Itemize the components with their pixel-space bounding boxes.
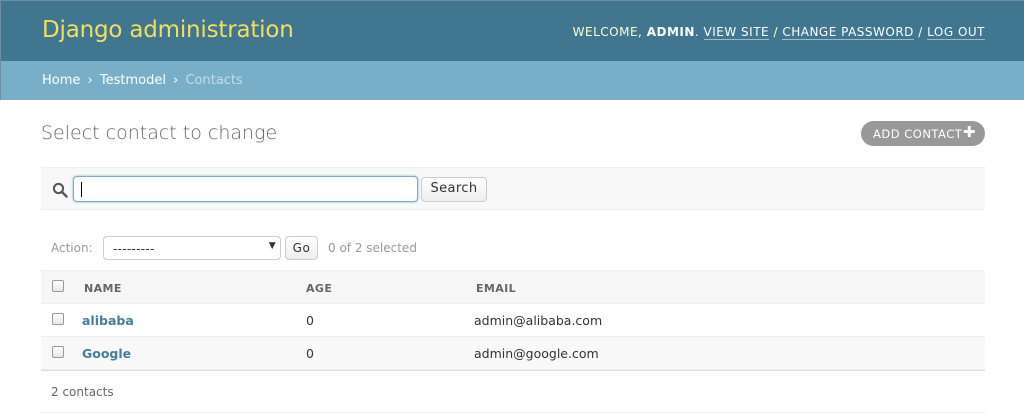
separator: / (918, 25, 923, 39)
email-cell: admin@google.com (474, 346, 599, 361)
log-out-link[interactable]: Log out (927, 25, 985, 40)
add-contact-label: Add contact (873, 127, 963, 141)
table-row: alibaba 0 admin@alibaba.com (41, 304, 985, 337)
row-checkbox[interactable] (52, 346, 64, 358)
age-cell: 0 (306, 313, 314, 328)
breadcrumb-app[interactable]: Testmodel (100, 73, 166, 88)
user-tools: Welcome, admin. View site / Change passw… (572, 25, 985, 40)
row-checkbox[interactable] (52, 313, 64, 325)
header: Django administration Welcome, admin. Vi… (0, 0, 1024, 61)
breadcrumb-separator: › (173, 73, 179, 88)
breadcrumb-home[interactable]: Home (42, 73, 80, 88)
search-toolbar: Search (41, 167, 985, 210)
welcome-text: Welcome, (572, 25, 643, 39)
name-cell: Google (82, 346, 131, 361)
change-password-link[interactable]: Change password (782, 25, 914, 40)
breadcrumb-separator: › (87, 73, 93, 88)
action-select-value: --------- (113, 242, 155, 256)
search-button[interactable]: Search (421, 177, 487, 202)
contact-link[interactable]: alibaba (82, 313, 134, 328)
dropdown-arrow-icon: ▼ (268, 241, 276, 251)
selected-count: 0 of 2 selected (328, 241, 417, 255)
column-header-age[interactable]: Age (306, 282, 332, 295)
go-button[interactable]: Go (285, 236, 318, 260)
column-header-name[interactable]: Name (84, 282, 122, 295)
separator: / (773, 25, 778, 39)
plus-icon: ✚ (962, 123, 976, 141)
text-cursor (81, 182, 82, 197)
view-site-link[interactable]: View site (703, 25, 770, 40)
add-contact-button[interactable]: Add contact ✚ (861, 121, 985, 146)
name-cell: alibaba (82, 313, 134, 328)
breadcrumb: Home › Testmodel › Contacts (0, 61, 1024, 100)
paginator: 2 contacts (41, 370, 985, 413)
page-title: Select contact to change (41, 122, 278, 144)
contact-link[interactable]: Google (82, 346, 131, 361)
search-icon (52, 182, 68, 198)
table-row: Google 0 admin@google.com (41, 337, 985, 370)
search-input[interactable] (73, 176, 418, 202)
site-title[interactable]: Django administration (42, 17, 294, 43)
column-header-email[interactable]: Email (476, 282, 516, 295)
action-select[interactable]: --------- ▼ (103, 236, 281, 260)
table-header: Name Age Email (41, 270, 985, 304)
breadcrumb-current: Contacts (185, 73, 243, 88)
select-all-checkbox[interactable] (52, 280, 64, 292)
age-cell: 0 (306, 346, 314, 361)
actions-bar: Action: --------- ▼ Go 0 of 2 selected (41, 233, 985, 263)
username: admin (646, 25, 695, 39)
action-label: Action: (51, 241, 93, 255)
email-cell: admin@alibaba.com (474, 313, 603, 328)
results-table: Name Age Email alibaba 0 admin@alibaba.c… (41, 270, 985, 370)
result-count: 2 contacts (51, 385, 114, 399)
